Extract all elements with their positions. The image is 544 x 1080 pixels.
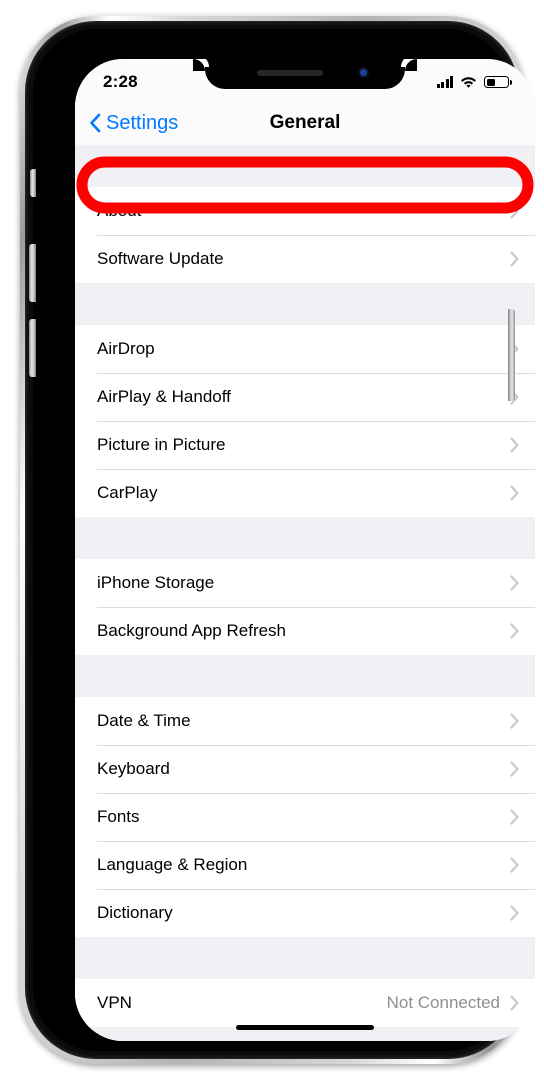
chevron-right-icon xyxy=(510,203,519,219)
volume-up-button[interactable] xyxy=(29,244,36,302)
settings-row-label: Language & Region xyxy=(97,855,248,874)
back-button-settings[interactable]: Settings xyxy=(75,112,178,135)
section-about: About Software Update xyxy=(75,187,535,283)
settings-row[interactable]: VPN Not Connected xyxy=(75,979,535,1027)
wifi-icon xyxy=(461,77,476,88)
settings-row[interactable]: Fonts xyxy=(75,793,535,841)
section-gap xyxy=(75,283,535,325)
settings-row-label: Keyboard xyxy=(97,759,170,778)
settings-row-label: Date & Time xyxy=(97,711,191,730)
settings-row[interactable]: About xyxy=(75,187,535,235)
settings-row[interactable]: Date & Time xyxy=(75,697,535,745)
settings-row[interactable]: Dictionary xyxy=(75,889,535,937)
earpiece-speaker-icon xyxy=(257,70,323,76)
chevron-right-icon xyxy=(510,809,519,825)
settings-row[interactable]: Software Update xyxy=(75,235,535,283)
settings-row-label: AirDrop xyxy=(97,339,155,358)
settings-row-label: Fonts xyxy=(97,807,140,826)
chevron-right-icon xyxy=(510,995,519,1011)
settings-row[interactable]: AirPlay & Handoff xyxy=(75,373,535,421)
chevron-right-icon xyxy=(510,485,519,501)
settings-row-label: About xyxy=(97,201,142,220)
settings-row-label: Software Update xyxy=(97,249,224,268)
chevron-right-icon xyxy=(510,857,519,873)
section-gap xyxy=(75,517,535,559)
settings-row-label: AirPlay & Handoff xyxy=(97,387,231,406)
chevron-right-icon xyxy=(510,575,519,591)
section-gap xyxy=(75,145,535,187)
settings-row-label: Picture in Picture xyxy=(97,435,226,454)
home-indicator-bar xyxy=(236,1025,374,1030)
chevron-right-icon xyxy=(510,761,519,777)
settings-row[interactable]: AirDrop xyxy=(75,325,535,373)
cellular-signal-icon xyxy=(436,76,453,88)
navigation-bar: Settings General xyxy=(75,101,535,145)
device-body: 2:28 Settings General About Software Upd… xyxy=(25,21,535,1059)
chevron-right-icon xyxy=(510,623,519,639)
status-bar-icons xyxy=(436,72,512,88)
phone-screen: 2:28 Settings General About Software Upd… xyxy=(75,59,535,1041)
settings-row[interactable]: Language & Region xyxy=(75,841,535,889)
settings-row-label: Background App Refresh xyxy=(97,621,287,640)
chevron-left-icon xyxy=(90,113,101,133)
settings-row-label: VPN xyxy=(97,993,132,1012)
power-button[interactable] xyxy=(508,309,515,401)
settings-row-label: iPhone Storage xyxy=(97,573,215,592)
back-button-label: Settings xyxy=(106,111,179,134)
chevron-right-icon xyxy=(510,713,519,729)
chevron-right-icon xyxy=(510,437,519,453)
settings-row[interactable]: Keyboard xyxy=(75,745,535,793)
mute-switch-button[interactable] xyxy=(30,169,36,197)
settings-row[interactable]: Picture in Picture xyxy=(75,421,535,469)
section-gap xyxy=(75,937,535,979)
chevron-right-icon xyxy=(510,251,519,267)
battery-level-fill xyxy=(486,78,495,86)
device-bezel: 2:28 Settings General About Software Upd… xyxy=(29,29,535,1051)
battery-icon xyxy=(484,76,512,88)
section-gap xyxy=(75,655,535,697)
settings-row[interactable]: Background App Refresh xyxy=(75,607,535,655)
settings-row-label: CarPlay xyxy=(97,483,158,502)
front-camera-icon xyxy=(358,67,369,78)
settings-list[interactable]: About Software Update AirDrop AirPlay & Han… xyxy=(75,145,535,1041)
settings-row[interactable]: iPhone Storage xyxy=(75,559,535,607)
section-storage: iPhone Storage Background App Refresh xyxy=(75,559,535,655)
iphone-device-frame: 2:28 Settings General About Software Upd… xyxy=(20,16,535,1064)
status-bar-time: 2:28 xyxy=(103,72,138,91)
section-vpn: VPN Not Connected xyxy=(75,979,535,1027)
notch xyxy=(193,59,417,89)
section-connectivity: AirDrop AirPlay & Handoff Picture in Pictu… xyxy=(75,325,535,517)
chevron-right-icon xyxy=(510,905,519,921)
settings-row[interactable]: CarPlay xyxy=(75,469,535,517)
settings-row-label: Dictionary xyxy=(97,903,173,922)
settings-row-value: Not Connected xyxy=(386,993,500,1012)
section-localization: Date & Time Keyboard Fonts Language & Regio… xyxy=(75,697,535,937)
volume-down-button[interactable] xyxy=(29,319,36,377)
